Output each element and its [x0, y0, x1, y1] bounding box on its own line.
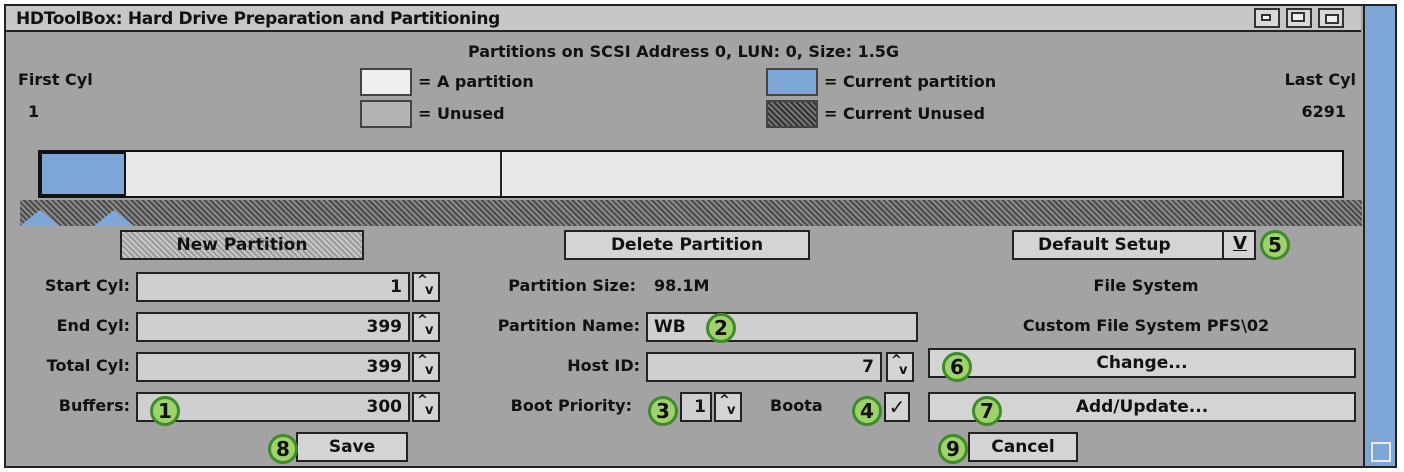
file-system-value: Custom File System PFS\02: [1022, 316, 1270, 335]
first-cyl-label: First Cyl: [18, 70, 93, 89]
start-cyl-field[interactable]: 1: [136, 272, 410, 302]
start-cyl-drag-handle[interactable]: [20, 210, 60, 226]
delete-partition-button[interactable]: Delete Partition: [564, 230, 810, 260]
end-cyl-label: End Cyl:: [56, 316, 130, 335]
current-unused-legend: = Current Unused: [824, 104, 985, 123]
current-partition-swatch: [766, 68, 818, 96]
save-button[interactable]: Save: [296, 432, 408, 462]
hdtoolbox-window: HDToolBox: Hard Drive Preparation and Pa…: [4, 4, 1397, 468]
start-cyl-spinner[interactable]: ^ v: [412, 272, 440, 302]
partition-map-bar[interactable]: [38, 150, 1344, 198]
callout-badge-4: 4: [852, 396, 882, 426]
end-cyl-spinner[interactable]: ^ v: [412, 312, 440, 342]
cancel-button[interactable]: Cancel: [968, 432, 1078, 462]
total-cyl-field[interactable]: 399: [136, 352, 410, 382]
end-cyl-field[interactable]: 399: [136, 312, 410, 342]
default-setup-button[interactable]: Default Setup V: [1012, 230, 1256, 260]
partition-size-label: Partition Size:: [508, 276, 636, 295]
host-id-spinner[interactable]: ^ v: [886, 352, 914, 382]
end-cyl-drag-handle[interactable]: [94, 210, 134, 226]
current-unused-swatch: [766, 100, 818, 128]
callout-badge-9: 9: [938, 434, 968, 464]
callout-badge-5: 5: [1260, 230, 1290, 260]
partition-segment-current[interactable]: [40, 152, 126, 196]
new-partition-button[interactable]: New Partition: [120, 230, 364, 260]
file-system-label: File System: [1093, 276, 1199, 295]
change-filesystem-button[interactable]: Change...: [928, 348, 1356, 378]
depth-icon[interactable]: [1254, 8, 1280, 28]
bootable-label: Boota: [770, 396, 823, 415]
current-partition-legend: = Current partition: [824, 72, 997, 91]
callout-badge-6: 6: [942, 352, 972, 382]
callout-badge-7: 7: [972, 396, 1002, 426]
start-cyl-label: Start Cyl:: [44, 276, 130, 295]
partitions-title: Partitions on SCSI Address 0, LUN: 0, Si…: [467, 42, 900, 61]
partition-name-field[interactable]: WB: [646, 312, 918, 342]
callout-badge-2: 2: [706, 313, 736, 343]
last-cyl-value: 6291: [1301, 102, 1346, 121]
buffers-label: Buffers:: [58, 396, 130, 415]
boot-priority-spinner[interactable]: ^ v: [714, 392, 742, 422]
host-id-label: Host ID:: [567, 356, 640, 375]
window-title: HDToolBox: Hard Drive Preparation and Pa…: [16, 9, 501, 29]
partition-name-label: Partition Name:: [497, 316, 640, 335]
partition-segment-3[interactable]: [502, 152, 1342, 196]
default-setup-dropdown[interactable]: V: [1222, 232, 1252, 258]
bootable-checkbox[interactable]: ✓: [884, 392, 910, 422]
partition-segment-2[interactable]: [126, 152, 502, 196]
boot-priority-label: Boot Priority:: [510, 396, 632, 415]
boot-priority-field[interactable]: 1: [680, 392, 712, 422]
partition-size-value: 98.1M: [654, 276, 710, 295]
cylinder-drag-track[interactable]: [20, 200, 1362, 226]
buffers-spinner[interactable]: ^ v: [412, 392, 440, 422]
a-partition-legend: = A partition: [418, 72, 534, 91]
title-bar[interactable]: HDToolBox: Hard Drive Preparation and Pa…: [6, 6, 1361, 32]
resize-grip-icon[interactable]: [1371, 442, 1391, 462]
unused-legend: = Unused: [418, 104, 505, 123]
a-partition-swatch: [360, 68, 412, 96]
zoom-icon[interactable]: [1286, 8, 1312, 28]
callout-badge-3: 3: [648, 396, 678, 426]
resize-icon[interactable]: [1318, 8, 1344, 28]
default-setup-label: Default Setup: [1038, 235, 1171, 255]
callout-badge-1: 1: [150, 396, 180, 426]
unused-swatch: [360, 100, 412, 128]
callout-badge-8: 8: [268, 434, 298, 464]
window-right-border: [1363, 6, 1395, 466]
total-cyl-spinner[interactable]: ^ v: [412, 352, 440, 382]
total-cyl-label: Total Cyl:: [46, 356, 130, 375]
last-cyl-label: Last Cyl: [1284, 70, 1356, 89]
first-cyl-value: 1: [28, 102, 40, 121]
host-id-field[interactable]: 7: [646, 352, 882, 382]
